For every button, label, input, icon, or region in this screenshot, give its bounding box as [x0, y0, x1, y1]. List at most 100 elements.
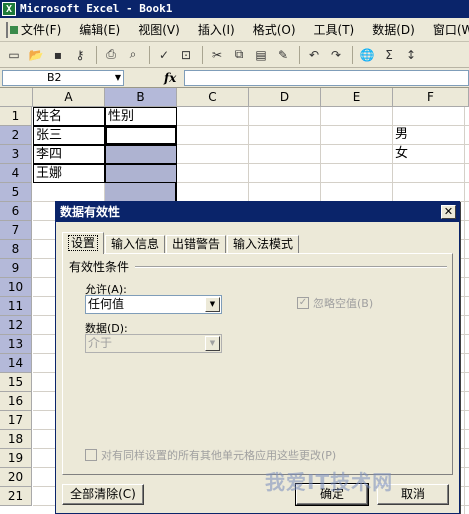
chevron-down-icon[interactable]: ▼ — [115, 71, 121, 85]
name-box[interactable]: B2 ▼ — [2, 69, 124, 86]
row-header-16[interactable]: 16 — [0, 392, 32, 411]
sort-ascending-icon[interactable]: ↕ — [401, 45, 421, 65]
cell-b1[interactable]: 性别 — [105, 107, 177, 126]
column-header-a[interactable]: A — [33, 88, 105, 107]
select-all-corner[interactable] — [0, 88, 33, 107]
cell-a2[interactable]: 张三 — [33, 126, 105, 145]
row-header-9[interactable]: 9 — [0, 259, 32, 278]
row-header-14[interactable]: 14 — [0, 354, 32, 373]
cell-f3[interactable]: 女 — [393, 145, 469, 164]
toolbar-separator — [352, 45, 353, 64]
column-header-d[interactable]: D — [249, 88, 321, 107]
group-divider — [135, 266, 447, 268]
tab-input-message[interactable]: 输入信息 — [105, 235, 166, 254]
column-header-b[interactable]: B — [105, 88, 177, 107]
save-icon[interactable]: ▪ — [48, 45, 68, 65]
tab-settings-label: 设置 — [68, 235, 99, 251]
row-header-6[interactable]: 6 — [0, 202, 32, 221]
tab-settings[interactable]: 设置 — [62, 232, 105, 254]
row-header-3[interactable]: 3 — [0, 145, 32, 164]
row-header-21[interactable]: 21 — [0, 487, 32, 506]
apply-all-checkbox[interactable]: 对有同样设置的所有其他单元格应用这些更改(P) — [85, 447, 336, 463]
row-header-10[interactable]: 10 — [0, 278, 32, 297]
excel-app-icon: X — [2, 2, 16, 16]
cell-a4[interactable]: 王娜 — [33, 164, 105, 183]
menu-view[interactable]: 视图(V) — [129, 19, 189, 41]
toolbar-separator — [96, 45, 97, 64]
menu-edit[interactable]: 编辑(E) — [70, 19, 129, 41]
cell-b3[interactable] — [105, 145, 177, 164]
cell-f2[interactable]: 男 — [393, 126, 469, 145]
row-header-13[interactable]: 13 — [0, 335, 32, 354]
row-header-2[interactable]: 2 — [0, 126, 32, 145]
standard-toolbar: ▭ 📂 ▪ ⚷ ⎙ ⌕ ✓ ⊡ ✂ ⧉ ▤ ✎ ↶ ↷ 🌐 Σ ↕ — [0, 42, 469, 68]
row-header-18[interactable]: 18 — [0, 430, 32, 449]
tab-ime-mode[interactable]: 输入法模式 — [227, 235, 300, 254]
checkbox-checked-icon: ✓ — [297, 297, 309, 309]
validation-criteria-label: 有效性条件 — [69, 260, 130, 274]
menu-window[interactable]: 窗口(W) — [424, 19, 469, 41]
column-header-c[interactable]: C — [177, 88, 249, 107]
ignore-blank-checkbox[interactable]: ✓ 忽略空值(B) — [297, 295, 373, 311]
spelling-icon[interactable]: ✓ — [154, 45, 174, 65]
window-title: Microsoft Excel - Book1 — [20, 2, 173, 15]
print-icon[interactable]: ⎙ — [101, 45, 121, 65]
row-header-1[interactable]: 1 — [0, 107, 32, 126]
row-header-17[interactable]: 17 — [0, 411, 32, 430]
cell-a3[interactable]: 李四 — [33, 145, 105, 164]
data-select-value: 介于 — [88, 336, 113, 350]
menu-file[interactable]: 文件(F) — [12, 19, 70, 41]
print-preview-icon[interactable]: ⌕ — [123, 45, 143, 65]
row-header-5[interactable]: 5 — [0, 183, 32, 202]
research-icon[interactable]: ⊡ — [176, 45, 196, 65]
workbook-icon[interactable] — [6, 21, 18, 38]
row-header-7[interactable]: 7 — [0, 221, 32, 240]
ignore-blank-label: 忽略空值(B) — [313, 297, 374, 310]
data-select[interactable]: 介于 ▼ — [85, 334, 222, 353]
row-header-11[interactable]: 11 — [0, 297, 32, 316]
column-header-f[interactable]: F — [393, 88, 469, 107]
dialog-titlebar[interactable]: 数据有效性 ✕ — [56, 202, 459, 222]
row-header-8[interactable]: 8 — [0, 240, 32, 259]
new-icon[interactable]: ▭ — [4, 45, 24, 65]
dialog-tabs: 设置 输入信息 出错警告 输入法模式 — [62, 232, 300, 254]
dialog-title: 数据有效性 — [60, 205, 121, 219]
row-header-15[interactable]: 15 — [0, 373, 32, 392]
undo-icon[interactable]: ↶ — [304, 45, 324, 65]
open-icon[interactable]: 📂 — [26, 45, 46, 65]
formula-input[interactable] — [184, 69, 469, 86]
menu-data[interactable]: 数据(D) — [363, 19, 424, 41]
paste-icon[interactable]: ▤ — [251, 45, 271, 65]
apply-all-label: 对有同样设置的所有其他单元格应用这些更改(P) — [101, 449, 337, 462]
autosum-icon[interactable]: Σ — [379, 45, 399, 65]
menu-insert[interactable]: 插入(I) — [189, 19, 244, 41]
row-header-20[interactable]: 20 — [0, 468, 32, 487]
row-header-4[interactable]: 4 — [0, 164, 32, 183]
chevron-down-icon[interactable]: ▼ — [205, 297, 220, 312]
window-titlebar: X Microsoft Excel - Book1 — [0, 0, 469, 18]
copy-icon[interactable]: ⧉ — [229, 45, 249, 65]
menu-format[interactable]: 格式(O) — [244, 19, 305, 41]
clear-all-button[interactable]: 全部清除(C) — [62, 484, 144, 505]
close-icon[interactable]: ✕ — [441, 205, 456, 219]
cut-icon[interactable]: ✂ — [207, 45, 227, 65]
cell-b4[interactable] — [105, 164, 177, 183]
data-validation-dialog: 数据有效性 ✕ 设置 输入信息 出错警告 输入法模式 有效性条件 允许(A): … — [55, 201, 460, 514]
row-header-19[interactable]: 19 — [0, 449, 32, 468]
tab-error-alert[interactable]: 出错警告 — [166, 235, 227, 254]
allow-select[interactable]: 任何值 ▼ — [85, 295, 222, 314]
chevron-down-icon[interactable]: ▼ — [205, 336, 220, 351]
allow-select-value: 任何值 — [88, 297, 125, 311]
active-cell-b2[interactable] — [105, 126, 177, 145]
row-header-12[interactable]: 12 — [0, 316, 32, 335]
column-header-e[interactable]: E — [321, 88, 393, 107]
permission-icon[interactable]: ⚷ — [70, 45, 90, 65]
cell-a1[interactable]: 姓名 — [33, 107, 105, 126]
format-painter-icon[interactable]: ✎ — [273, 45, 293, 65]
insert-function-icon[interactable]: fx — [164, 71, 176, 85]
redo-icon[interactable]: ↷ — [326, 45, 346, 65]
toolbar-separator — [299, 45, 300, 64]
menu-tools[interactable]: 工具(T) — [305, 19, 364, 41]
checkbox-unchecked-icon — [85, 449, 97, 461]
hyperlink-icon[interactable]: 🌐 — [357, 45, 377, 65]
